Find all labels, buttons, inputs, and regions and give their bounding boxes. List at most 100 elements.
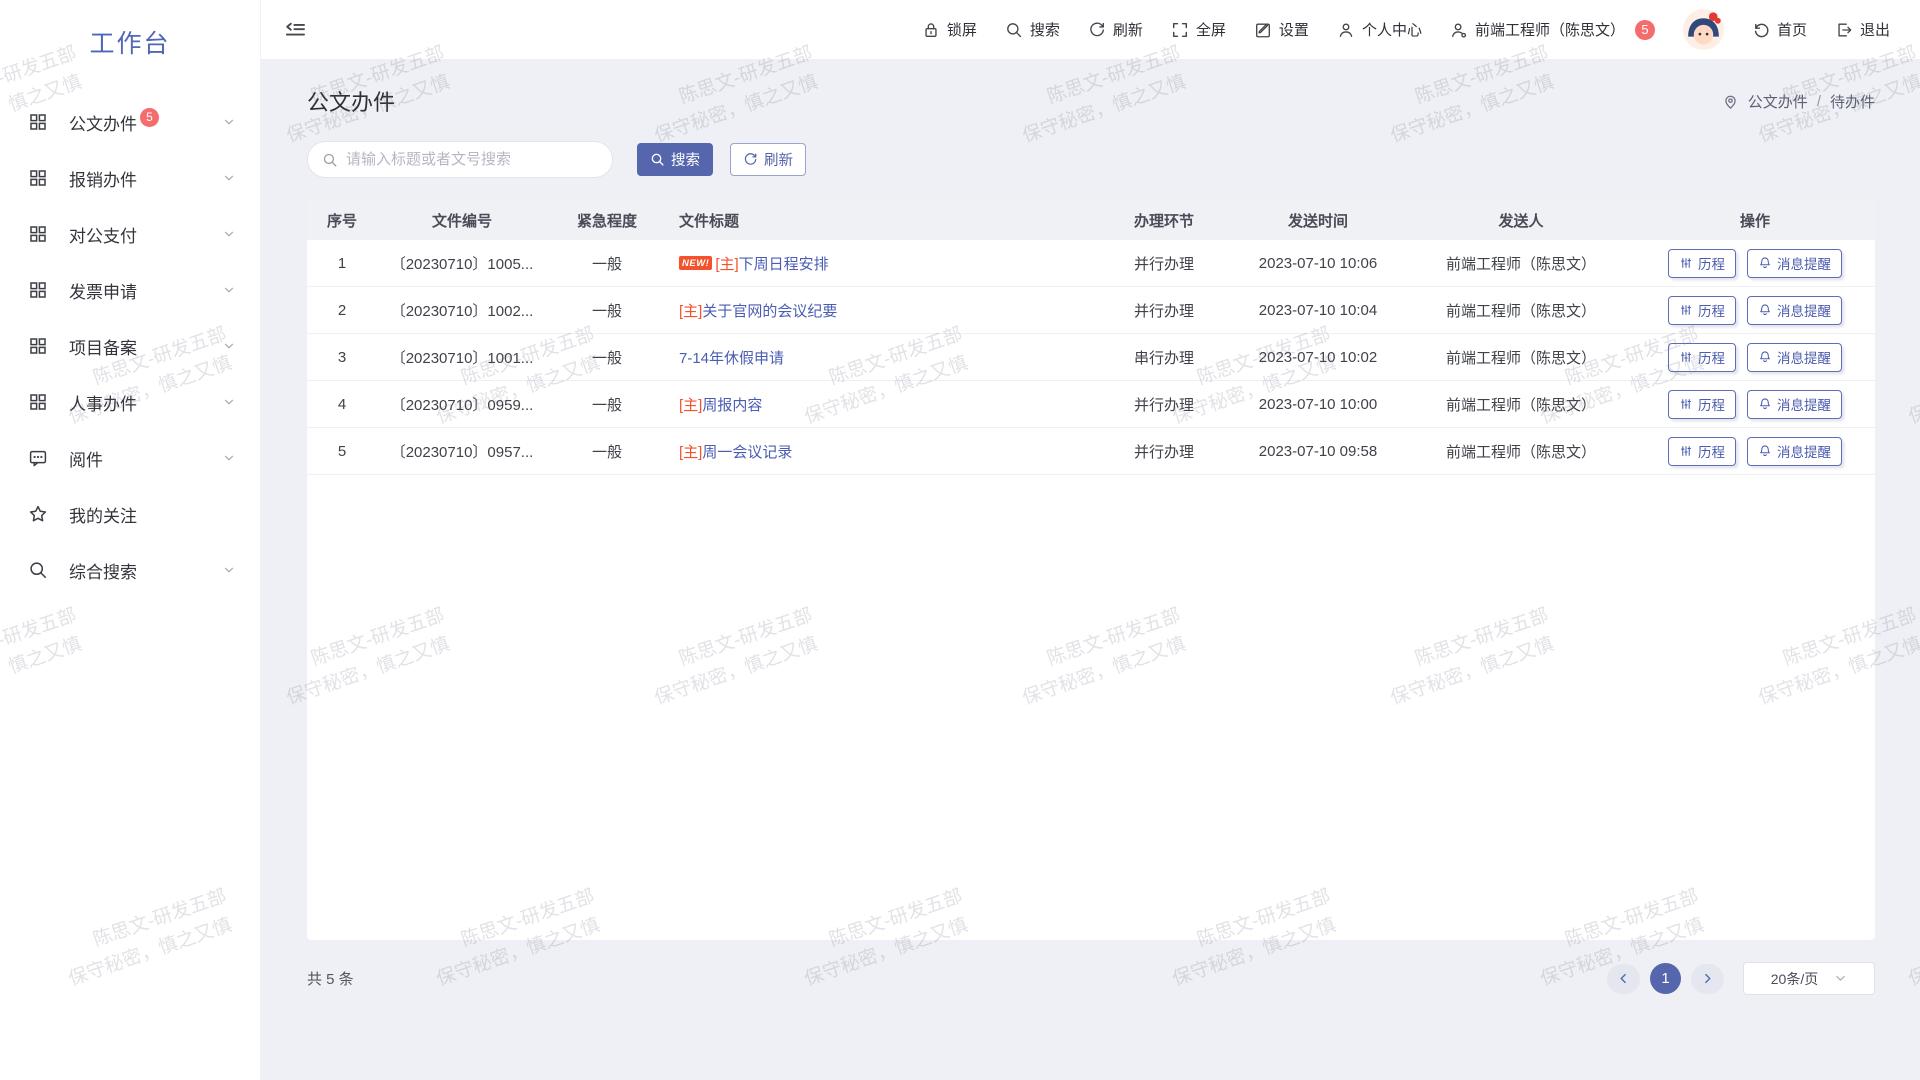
- main-doc-tag: [主]: [679, 441, 702, 462]
- fullscreen-icon: [1171, 21, 1189, 39]
- history-button[interactable]: 历程: [1668, 437, 1736, 466]
- cell-urgency: 一般: [547, 287, 667, 333]
- cell-title: NEW![主]下周日程安排: [667, 240, 1099, 286]
- column-header-time: 发送时间: [1229, 201, 1407, 240]
- message-remind-button[interactable]: 消息提醒: [1747, 343, 1842, 372]
- cell-urgency: 一般: [547, 381, 667, 427]
- sliders-icon: [1679, 303, 1693, 317]
- document-title-link[interactable]: 周报内容: [702, 394, 762, 415]
- sidebar-item-4[interactable]: 发票申请: [0, 262, 260, 318]
- message-remind-button[interactable]: 消息提醒: [1747, 296, 1842, 325]
- sidebar-item-6[interactable]: 人事办件: [0, 374, 260, 430]
- page-size-select[interactable]: 20条/页: [1743, 962, 1875, 995]
- bell-icon: [1758, 444, 1772, 458]
- document-title-link[interactable]: 周一会议记录: [702, 441, 792, 462]
- current-page-button[interactable]: 1: [1650, 963, 1681, 994]
- column-header-urgency: 紧急程度: [547, 201, 667, 240]
- sidebar-item-1[interactable]: 公文办件5: [0, 94, 260, 150]
- main-doc-tag: [主]: [679, 394, 702, 415]
- cell-doc_no: 〔20230710〕1005...: [377, 240, 547, 286]
- cell-actions: 历程消息提醒: [1635, 240, 1875, 286]
- sidebar-item-label: 人事办件: [69, 390, 137, 415]
- sidebar-item-label: 发票申请: [69, 278, 137, 303]
- cell-sender: 前端工程师（陈思文）: [1407, 428, 1635, 474]
- breadcrumb-item-current[interactable]: 待办件: [1830, 91, 1875, 112]
- refresh-icon: [743, 152, 758, 167]
- sidebar-item-2[interactable]: 报销办件: [0, 150, 260, 206]
- cell-time: 2023-07-10 10:04: [1229, 287, 1407, 333]
- prev-page-button[interactable]: [1607, 964, 1640, 994]
- current-user-button[interactable]: 前端工程师（陈思文）: [1450, 19, 1625, 40]
- refresh-button[interactable]: 刷新: [730, 143, 806, 176]
- fullscreen-button[interactable]: 全屏: [1171, 19, 1226, 40]
- history-button[interactable]: 历程: [1668, 343, 1736, 372]
- user-icon: [1337, 21, 1355, 39]
- main-doc-tag: [主]: [679, 300, 702, 321]
- action-label: 消息提醒: [1777, 347, 1831, 367]
- sidebar-item-label: 对公支付: [69, 222, 137, 247]
- message-remind-button[interactable]: 消息提醒: [1747, 390, 1842, 419]
- chevron-down-icon: [222, 227, 236, 241]
- cell-step: 串行办理: [1099, 334, 1229, 380]
- lock-screen-button[interactable]: 锁屏: [922, 19, 977, 40]
- chevron-down-icon: [222, 115, 236, 129]
- document-title-link[interactable]: 7-14年休假申请: [679, 347, 784, 368]
- settings-icon: [1254, 21, 1272, 39]
- sidebar-item-label: 项目备案: [69, 334, 137, 359]
- cell-time: 2023-07-10 10:02: [1229, 334, 1407, 380]
- global-search-button[interactable]: 搜索: [1005, 19, 1060, 40]
- history-button[interactable]: 历程: [1668, 296, 1736, 325]
- location-pin-icon: [1722, 93, 1739, 110]
- sidebar-item-9[interactable]: 综合搜索: [0, 542, 260, 598]
- settings-label: 设置: [1279, 19, 1309, 40]
- document-title-link[interactable]: 关于官网的会议纪要: [702, 300, 837, 321]
- sliders-icon: [1679, 444, 1693, 458]
- sidebar-item-3[interactable]: 对公支付: [0, 206, 260, 262]
- column-header-title: 文件标题: [667, 201, 1099, 240]
- sliders-icon: [1679, 350, 1693, 364]
- sidebar-item-8[interactable]: 我的关注: [0, 486, 260, 542]
- pager-zone: 1 20条/页: [1607, 962, 1875, 995]
- grid-icon: [28, 336, 48, 356]
- page-refresh-button[interactable]: 刷新: [1088, 19, 1143, 40]
- toolbar: 搜索 刷新: [307, 141, 1875, 178]
- avatar[interactable]: [1683, 9, 1724, 50]
- cell-sender: 前端工程师（陈思文）: [1407, 287, 1635, 333]
- document-title-link[interactable]: 下周日程安排: [739, 253, 829, 274]
- global-search-label: 搜索: [1030, 19, 1060, 40]
- message-remind-button[interactable]: 消息提醒: [1747, 437, 1842, 466]
- search-input[interactable]: [346, 151, 598, 168]
- message-remind-button[interactable]: 消息提醒: [1747, 249, 1842, 278]
- home-button[interactable]: 首页: [1752, 19, 1807, 40]
- search-icon: [1005, 21, 1023, 39]
- main-column: 锁屏 搜索 刷新 全屏 设置: [261, 0, 1920, 1080]
- history-button[interactable]: 历程: [1668, 249, 1736, 278]
- cell-title: 7-14年休假申请: [667, 334, 1099, 380]
- action-label: 消息提醒: [1777, 394, 1831, 414]
- sidebar-item-7[interactable]: 阅件: [0, 430, 260, 486]
- sidebar-fold-icon[interactable]: [283, 18, 307, 42]
- cell-doc_no: 〔20230710〕1002...: [377, 287, 547, 333]
- action-label: 历程: [1698, 441, 1725, 461]
- table-row: 2〔20230710〕1002...一般[主]关于官网的会议纪要并行办理2023…: [307, 287, 1875, 334]
- chevron-right-icon: [1701, 972, 1714, 985]
- page-refresh-label: 刷新: [1113, 19, 1143, 40]
- breadcrumb-separator: /: [1817, 93, 1821, 110]
- next-page-button[interactable]: [1691, 964, 1724, 994]
- action-label: 历程: [1698, 347, 1725, 367]
- search-icon: [28, 560, 48, 580]
- sidebar-item-badge: 5: [140, 108, 159, 127]
- personal-center-button[interactable]: 个人中心: [1337, 19, 1422, 40]
- action-label: 历程: [1698, 300, 1725, 320]
- logout-button[interactable]: 退出: [1835, 19, 1890, 40]
- cell-sender: 前端工程师（陈思文）: [1407, 334, 1635, 380]
- settings-button[interactable]: 设置: [1254, 19, 1309, 40]
- grid-icon: [28, 112, 48, 132]
- cell-seq: 3: [307, 334, 377, 380]
- breadcrumb-item-root[interactable]: 公文办件: [1748, 91, 1808, 112]
- search-button[interactable]: 搜索: [637, 143, 713, 176]
- search-icon: [650, 152, 665, 167]
- history-button[interactable]: 历程: [1668, 390, 1736, 419]
- sidebar-item-5[interactable]: 项目备案: [0, 318, 260, 374]
- cell-step: 并行办理: [1099, 240, 1229, 286]
